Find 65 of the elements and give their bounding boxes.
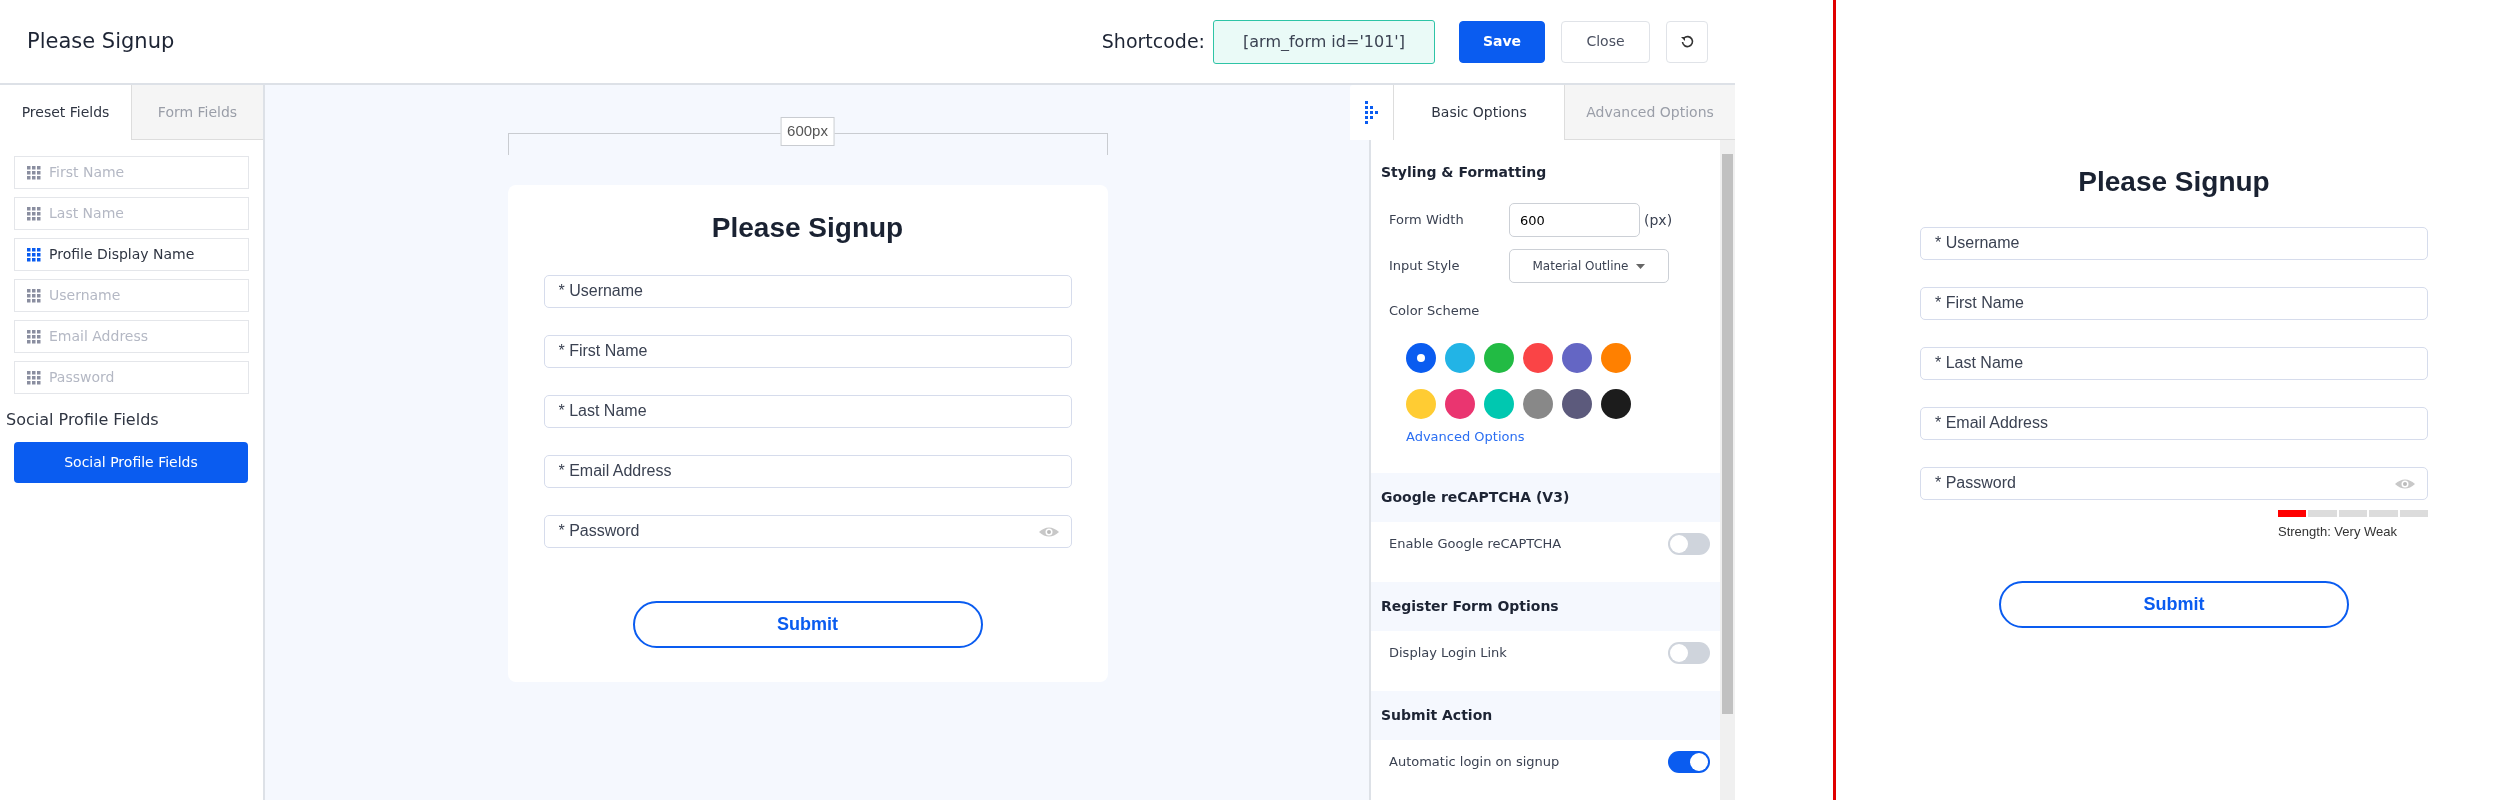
color-swatch[interactable] xyxy=(1406,389,1436,419)
close-button[interactable]: Close xyxy=(1561,20,1650,63)
section-title: Register Form Options xyxy=(1371,581,1720,631)
input-field[interactable]: * Email Address xyxy=(543,454,1072,488)
section-title: Submit Action xyxy=(1371,690,1720,740)
dots-icon xyxy=(1365,101,1378,124)
input-field[interactable]: * Username xyxy=(543,274,1072,308)
grid-icon xyxy=(27,288,41,303)
input-style-dropdown[interactable]: Material Outline xyxy=(1509,249,1669,283)
form-title: Please Signup xyxy=(711,211,904,245)
scrollbar[interactable] xyxy=(1720,140,1735,800)
password-field[interactable]: * Password xyxy=(543,514,1072,548)
toggle-switch[interactable] xyxy=(1668,641,1710,664)
color-swatch[interactable] xyxy=(1406,343,1436,373)
option-label: Automatic login on signup xyxy=(1389,752,1560,771)
panel-toggle-button[interactable] xyxy=(1350,85,1393,140)
input-field[interactable]: * First Name xyxy=(1920,286,2428,320)
submit-button[interactable]: Submit xyxy=(632,600,983,648)
submit-button[interactable]: Submit xyxy=(1999,581,2349,629)
grid-icon xyxy=(27,165,41,180)
option-label: Display Login Link xyxy=(1389,643,1507,662)
shortcode-label: Shortcode: xyxy=(1101,29,1205,55)
color-swatch[interactable] xyxy=(1562,343,1592,373)
input-field[interactable]: * Username xyxy=(1920,226,2428,260)
color-swatch[interactable] xyxy=(1562,389,1592,419)
color-swatch[interactable] xyxy=(1484,343,1514,373)
color-swatch[interactable] xyxy=(1601,343,1631,373)
input-field[interactable]: * Email Address xyxy=(1920,406,2428,440)
toggle-switch[interactable] xyxy=(1668,532,1710,555)
input-field[interactable]: * Last Name xyxy=(1920,346,2428,380)
color-swatch[interactable] xyxy=(1484,389,1514,419)
section-heading: Social Profile Fields xyxy=(6,409,160,431)
input-field[interactable]: * Last Name xyxy=(543,394,1072,428)
save-button[interactable]: Save xyxy=(1459,20,1545,63)
shortcode-field[interactable]: [arm_form id='101'] xyxy=(1213,19,1435,64)
unit-label: (px) xyxy=(1644,210,1673,230)
grid-icon xyxy=(27,247,41,262)
color-swatch[interactable] xyxy=(1523,343,1553,373)
grid-icon xyxy=(27,329,41,344)
grid-icon xyxy=(27,370,41,385)
password-field[interactable]: * Password xyxy=(1920,466,2428,500)
option-label: Enable Google reCAPTCHA xyxy=(1389,534,1562,553)
input-field[interactable]: * First Name xyxy=(543,334,1072,368)
option-label: Color Scheme xyxy=(1389,302,1481,321)
caret-icon xyxy=(1636,263,1646,269)
social-fields-button[interactable]: Social Profile Fields xyxy=(14,442,248,483)
width-label: 600px xyxy=(780,117,835,146)
color-swatch[interactable] xyxy=(1601,389,1631,419)
option-label: Form Width xyxy=(1389,211,1465,230)
field-item[interactable]: Profile Display Name xyxy=(14,238,249,271)
grid-icon xyxy=(27,206,41,221)
page-title: Please Signup xyxy=(27,27,175,55)
strength-label: Strength: Very Weak xyxy=(2278,522,2398,541)
form-width-field[interactable]: 600 xyxy=(1509,203,1640,237)
reset-icon xyxy=(1680,34,1694,49)
section-title: Google reCAPTCHA (V3) xyxy=(1371,472,1720,522)
option-label: Input Style xyxy=(1389,257,1461,276)
color-swatch[interactable] xyxy=(1445,343,1475,373)
color-swatch[interactable] xyxy=(1523,389,1553,419)
reset-button[interactable] xyxy=(1666,20,1708,63)
color-swatch[interactable] xyxy=(1445,389,1475,419)
options-tab[interactable]: Basic Options xyxy=(1393,85,1564,140)
form-title: Please Signup xyxy=(2078,165,2270,199)
toggle-switch[interactable] xyxy=(1668,750,1710,773)
advanced-options-link[interactable]: Advanced Options xyxy=(1406,427,1525,447)
